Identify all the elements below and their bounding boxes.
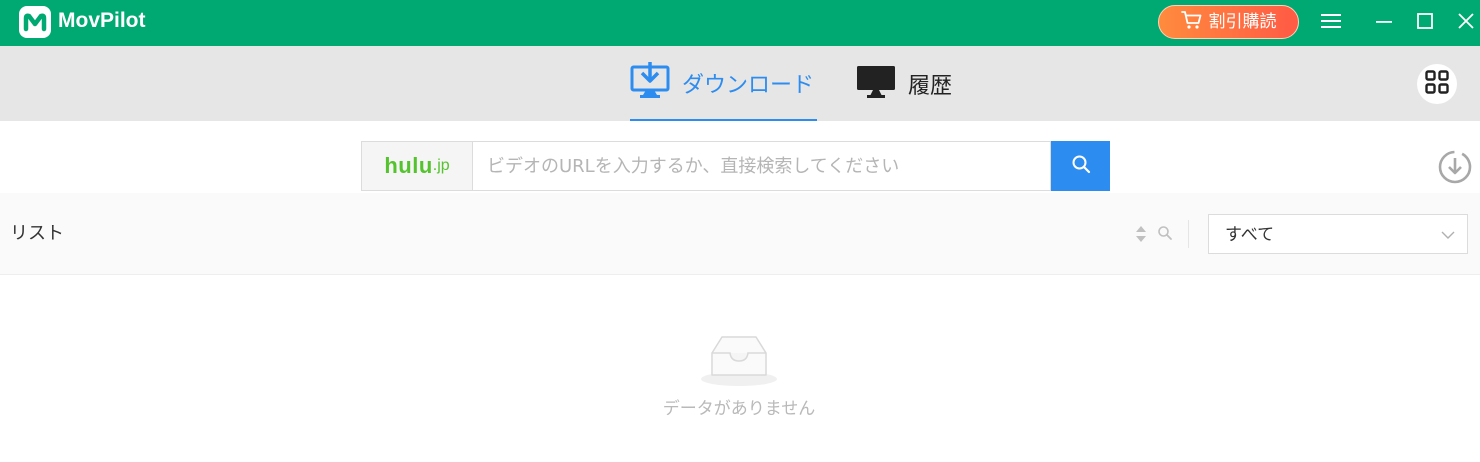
download-queue-button[interactable] bbox=[1437, 149, 1473, 185]
filter-select-value: すべて bbox=[1225, 225, 1275, 245]
grid-icon bbox=[1425, 70, 1449, 98]
url-search-input[interactable] bbox=[472, 141, 1051, 191]
search-button[interactable] bbox=[1051, 141, 1110, 191]
tab-download[interactable]: ダウンロード bbox=[630, 46, 817, 121]
hamburger-menu-icon bbox=[1320, 12, 1342, 34]
monitor-icon bbox=[856, 65, 896, 103]
empty-state-text: データがありません bbox=[662, 399, 816, 419]
title-bar: MovPilot 割引購読 bbox=[0, 0, 1480, 46]
chevron-down-icon bbox=[1441, 227, 1455, 246]
minimize-icon bbox=[1374, 11, 1394, 35]
filter-select[interactable]: すべて bbox=[1208, 214, 1468, 254]
discount-subscribe-label: 割引購読 bbox=[1208, 12, 1277, 32]
app-title: MovPilot bbox=[58, 9, 146, 32]
close-icon bbox=[1456, 11, 1476, 35]
tab-download-label: ダウンロード bbox=[682, 72, 815, 98]
tab-bar: ダウンロード 履歴 bbox=[0, 46, 1480, 121]
site-selector[interactable]: hulu .jp bbox=[361, 141, 472, 191]
menu-button[interactable] bbox=[1316, 8, 1346, 38]
site-suffix: .jp bbox=[432, 157, 450, 174]
search-bar: hulu .jp bbox=[361, 141, 1110, 191]
search-icon bbox=[1071, 154, 1091, 178]
download-circle-icon bbox=[1437, 150, 1473, 189]
discount-subscribe-button[interactable]: 割引購読 bbox=[1158, 5, 1299, 39]
tab-history-label: 履歴 bbox=[908, 73, 953, 99]
list-title: リスト bbox=[10, 223, 64, 244]
download-monitor-icon bbox=[630, 61, 670, 104]
list-header: リスト すべて bbox=[0, 193, 1480, 275]
list-search-icon[interactable] bbox=[1157, 225, 1173, 241]
tab-history[interactable]: 履歴 bbox=[856, 46, 952, 121]
grid-view-button[interactable] bbox=[1417, 64, 1457, 104]
minimize-button[interactable] bbox=[1369, 8, 1399, 38]
close-button[interactable] bbox=[1451, 8, 1480, 38]
cart-icon bbox=[1180, 10, 1203, 34]
maximize-icon bbox=[1415, 11, 1435, 35]
divider bbox=[1188, 220, 1189, 248]
sort-icon[interactable] bbox=[1134, 224, 1148, 244]
empty-inbox-icon bbox=[698, 333, 780, 387]
site-name: hulu bbox=[384, 153, 433, 178]
app-logo-icon bbox=[19, 6, 51, 38]
maximize-button[interactable] bbox=[1410, 8, 1440, 38]
